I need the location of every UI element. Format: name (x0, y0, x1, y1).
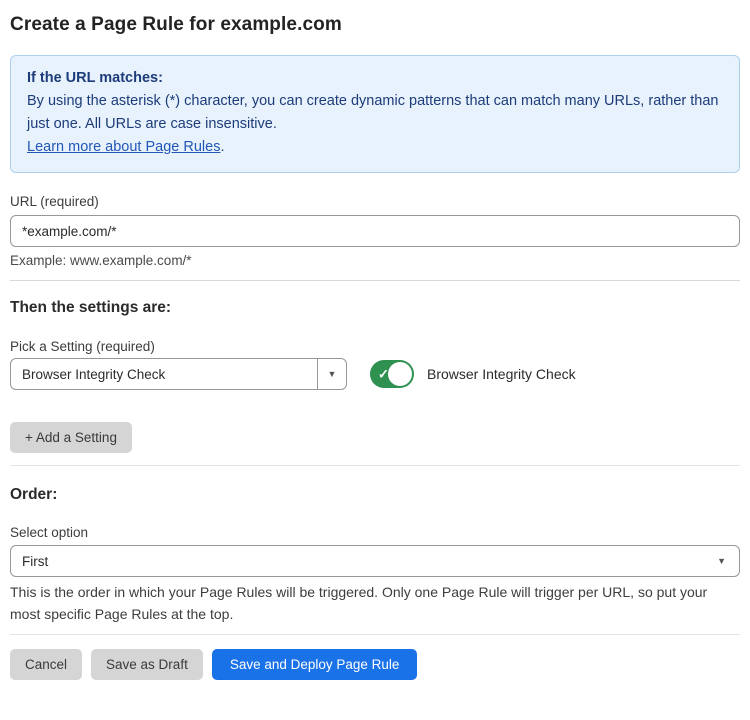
order-select-caret-box: ▼ (717, 557, 739, 566)
info-box-link-line: Learn more about Page Rules. (27, 136, 723, 159)
order-section-heading: Order: (10, 486, 740, 504)
add-setting-button[interactable]: + Add a Setting (10, 422, 132, 453)
settings-section-heading: Then the settings are: (10, 299, 740, 317)
toggle-knob (388, 362, 412, 386)
order-select[interactable]: First ▼ (10, 545, 740, 577)
pick-setting-label: Pick a Setting (required) (10, 339, 740, 354)
cancel-button[interactable]: Cancel (10, 649, 82, 680)
chevron-down-icon: ▼ (328, 370, 337, 379)
divider-footer (10, 634, 740, 635)
browser-integrity-toggle[interactable]: ✓ (370, 360, 414, 388)
setting-row: Browser Integrity Check ▼ ✓ Browser Inte… (10, 358, 740, 390)
learn-more-link[interactable]: Learn more about Page Rules (27, 139, 220, 155)
chevron-down-icon: ▼ (717, 557, 726, 566)
footer-actions: Cancel Save as Draft Save and Deploy Pag… (10, 649, 740, 680)
toggle-label: Browser Integrity Check (427, 366, 576, 382)
divider-settings-order (10, 465, 740, 466)
page-rule-form: Create a Page Rule for example.com If th… (0, 0, 750, 680)
toggle-group: ✓ Browser Integrity Check (370, 360, 576, 388)
setting-dropdown[interactable]: Browser Integrity Check ▼ (10, 358, 347, 390)
url-field-label: URL (required) (10, 194, 740, 209)
url-input[interactable] (10, 215, 740, 247)
setting-dropdown-arrow-button[interactable]: ▼ (317, 359, 346, 389)
save-as-draft-button[interactable]: Save as Draft (91, 649, 203, 680)
save-and-deploy-button[interactable]: Save and Deploy Page Rule (212, 649, 418, 680)
order-select-label: Select option (10, 525, 740, 540)
url-match-info-box: If the URL matches: By using the asteris… (10, 55, 740, 173)
info-box-heading: If the URL matches: (27, 67, 723, 90)
order-helper-text: This is the order in which your Page Rul… (10, 581, 740, 625)
link-suffix: . (220, 139, 224, 155)
info-box-body: By using the asterisk (*) character, you… (27, 90, 723, 136)
url-example-helper: Example: www.example.com/* (10, 253, 740, 268)
order-select-value: First (11, 554, 717, 569)
divider-url-settings (10, 280, 740, 281)
setting-dropdown-value: Browser Integrity Check (11, 367, 317, 382)
page-title: Create a Page Rule for example.com (10, 14, 740, 36)
